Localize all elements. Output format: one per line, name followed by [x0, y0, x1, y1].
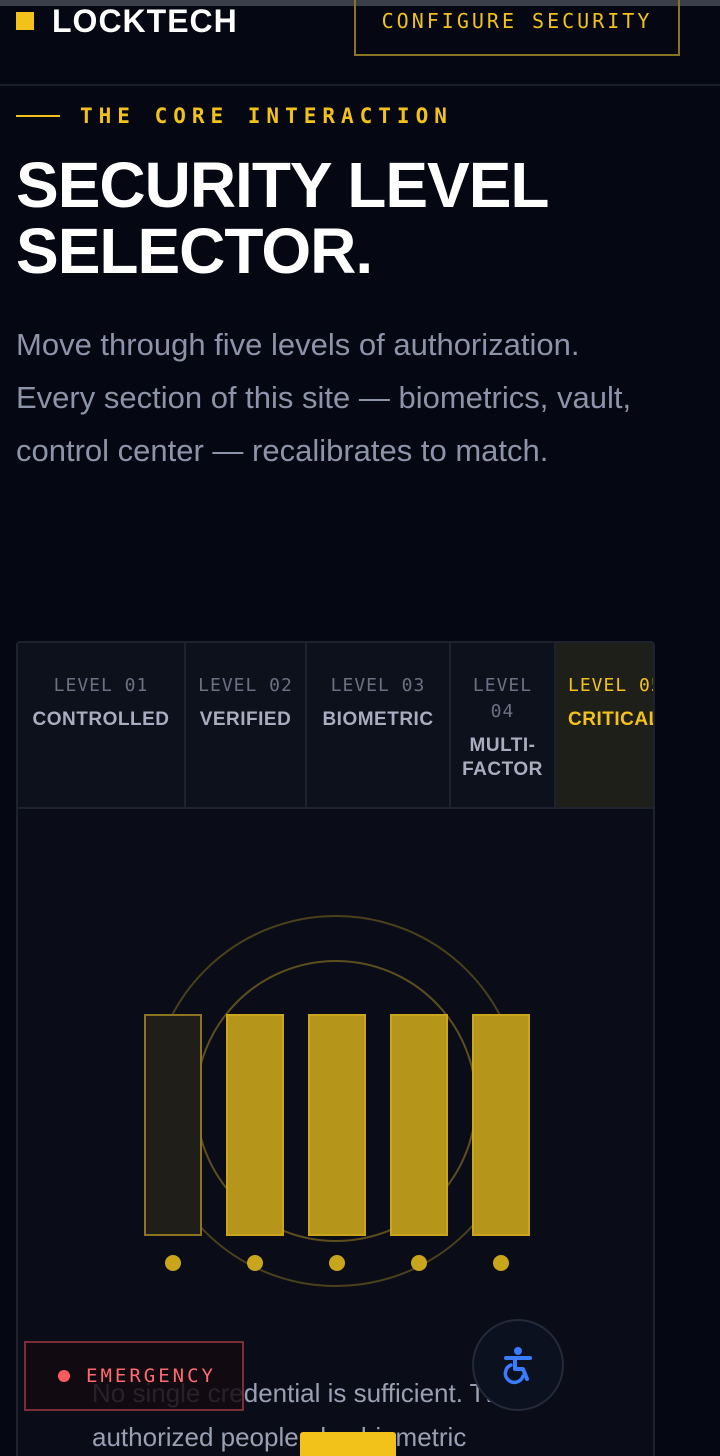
accessibility-icon [503, 1347, 532, 1385]
emergency-dot-icon [58, 1370, 70, 1382]
brand-logo[interactable]: LOCKTECH [52, 2, 238, 40]
tab-level-02[interactable]: LEVEL 02 VERIFIED [186, 643, 307, 807]
tab-level-name: CRITICAL [568, 709, 655, 730]
tab-level-name: MULTI-FACTOR [462, 735, 543, 780]
section-eyebrow: THE CORE INTERACTION [16, 100, 453, 132]
logo-square-icon [16, 12, 34, 30]
emergency-button[interactable]: EMERGENCY [24, 1341, 244, 1411]
level-dot-1 [165, 1255, 181, 1271]
tab-level-05[interactable]: LEVEL 05 CRITICAL [556, 643, 655, 807]
title-line-1: SECURITY LEVEL [16, 149, 549, 221]
scroll-indicator-tab[interactable] [300, 1432, 396, 1456]
level-dot-5 [493, 1255, 509, 1271]
level-bar-5 [472, 1014, 530, 1236]
level-bar-3 [308, 1014, 366, 1236]
level-bar-4 [390, 1014, 448, 1236]
level-dot-3 [329, 1255, 345, 1271]
tab-level-01[interactable]: LEVEL 01 CONTROLLED [18, 643, 186, 807]
tab-level-label: LEVEL 03 [330, 675, 426, 696]
hero-description: Move through five levels of authorizatio… [16, 327, 632, 468]
page-title: SECURITY LEVEL SELECTOR. [16, 152, 706, 284]
emergency-label: EMERGENCY [86, 1365, 216, 1387]
tab-level-label: LEVEL 04 [472, 675, 533, 722]
tab-level-03[interactable]: LEVEL 03 BIOMETRIC [307, 643, 451, 807]
level-dot-4 [411, 1255, 427, 1271]
tab-level-04[interactable]: LEVEL 04 MULTI-FACTOR [451, 643, 556, 807]
site-header: LOCKTECH CONFIGURE SECURITY [0, 0, 720, 86]
level-bar-2 [226, 1014, 284, 1236]
accessibility-button[interactable] [472, 1319, 564, 1411]
tab-level-label: LEVEL 05 [568, 675, 655, 696]
security-level-selector: LEVEL 01 CONTROLLED LEVEL 02 VERIFIED LE… [16, 641, 655, 1456]
tab-level-name: BIOMETRIC [322, 709, 434, 730]
tab-level-name: VERIFIED [199, 709, 292, 730]
level-dot-2 [247, 1255, 263, 1271]
tab-level-label: LEVEL 01 [53, 675, 149, 696]
configure-security-button[interactable]: CONFIGURE SECURITY [354, 0, 680, 56]
eyebrow-line [16, 115, 60, 117]
title-line-2: SELECTOR. [16, 215, 373, 287]
level-tabs: LEVEL 01 CONTROLLED LEVEL 02 VERIFIED LE… [18, 643, 655, 809]
security-level-visual [144, 915, 530, 1287]
tab-level-label: LEVEL 02 [198, 675, 293, 696]
tab-level-name: CONTROLLED [32, 709, 170, 730]
eyebrow-text: THE CORE INTERACTION [80, 104, 453, 128]
level-bar-1 [144, 1014, 202, 1236]
